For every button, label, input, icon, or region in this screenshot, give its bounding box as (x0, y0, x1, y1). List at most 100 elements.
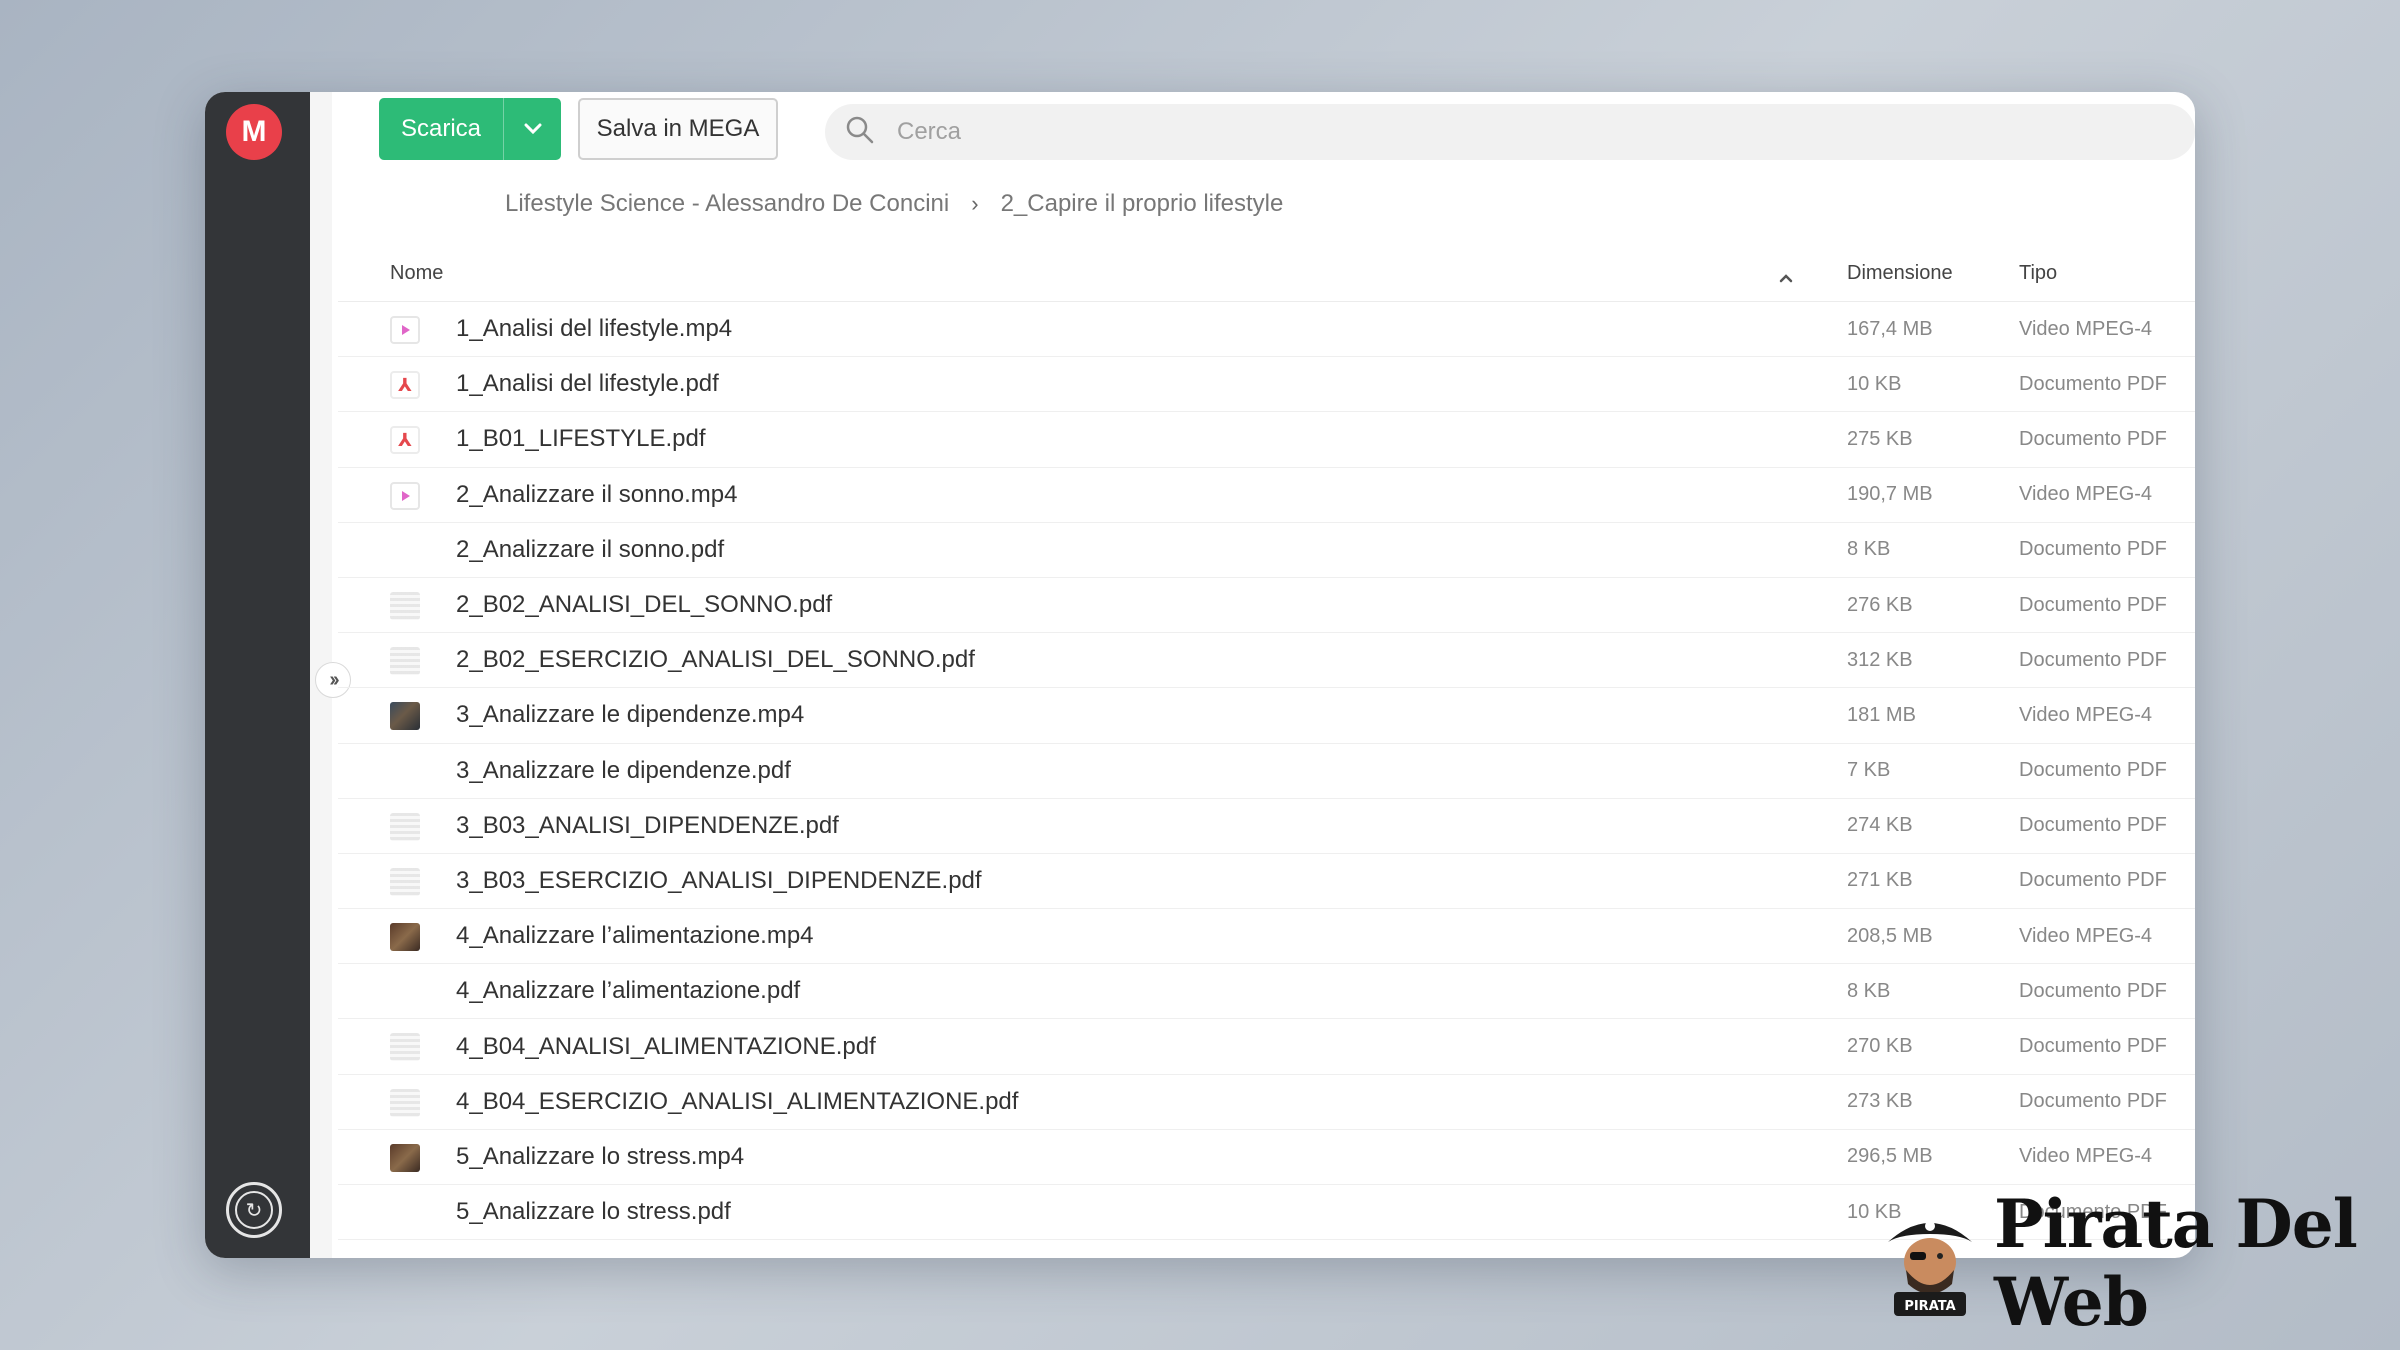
file-row[interactable]: 3_B03_ANALISI_DIPENDENZE.pdf 274 KB Docume… (338, 799, 2195, 854)
file-size: 7 KB (1847, 759, 1891, 782)
file-row[interactable]: 2_Analizzare il sonno.pdf 8 KB Documento P… (338, 523, 2195, 578)
file-type: Video MPEG-4 (2019, 317, 2153, 340)
document-thumbnail (390, 1033, 420, 1062)
file-size: 276 KB (1847, 593, 1913, 616)
file-row[interactable]: 2_B02_ANALISI_DEL_SONNO.pdf 276 KB Documen… (338, 578, 2195, 634)
pdf-file-icon: ⅄ (390, 426, 420, 455)
document-thumbnail (390, 647, 420, 676)
breadcrumb: Lifestyle Science - Alessandro De Concin… (505, 186, 1283, 222)
file-size: 296,5 MB (1847, 1145, 1933, 1168)
search-input[interactable] (897, 118, 2097, 146)
blank-thumbnail (390, 978, 420, 1006)
file-name: 4_B04_ESERCIZIO_ANALISI_ALIMENTAZIONE.pd… (456, 1087, 1019, 1115)
file-row[interactable]: 3_Analizzare le dipendenze.pdf 7 KB Docume… (338, 744, 2195, 799)
file-name: 2_B02_ANALISI_DEL_SONNO.pdf (456, 591, 833, 619)
file-type: Documento PDF (2019, 648, 2167, 671)
pirata-del-web-brand: Pirata Del Web (1994, 1185, 2358, 1341)
file-row[interactable]: 4_Analizzare l’alimentazione.mp4 208,5 MB… (338, 909, 2195, 965)
file-size: 208,5 MB (1847, 924, 1933, 947)
file-size: 312 KB (1847, 648, 1913, 671)
file-row[interactable]: 3_B03_ESERCIZIO_ANALISI_DIPENDENZE.pdf 27… (338, 854, 2195, 910)
file-list: Nome Dimensione Tipo 1_Analisi del lifes… (338, 246, 2195, 1241)
file-type: Video MPEG-4 (2019, 703, 2153, 726)
document-thumbnail (390, 1088, 420, 1117)
file-name: 2_Analizzare il sonno.pdf (456, 535, 725, 563)
file-name: 3_B03_ESERCIZIO_ANALISI_DIPENDENZE.pdf (456, 866, 982, 894)
file-name: 3_Analizzare le dipendenze.pdf (456, 756, 791, 784)
file-size: 181 MB (1847, 703, 1916, 726)
file-name: 3_B03_ANALISI_DIPENDENZE.pdf (456, 811, 839, 839)
file-type: Documento PDF (2019, 1035, 2167, 1058)
video-thumbnail (390, 702, 420, 731)
file-name: 1_Analisi del lifestyle.pdf (456, 370, 719, 398)
file-type: Video MPEG-4 (2019, 483, 2153, 506)
file-row[interactable]: 3_Analizzare le dipendenze.mp4 181 MB Vide… (338, 688, 2195, 744)
file-size: 274 KB (1847, 814, 1913, 837)
download-button-label: Scarica (400, 115, 482, 142)
file-row[interactable]: 4_Analizzare l’alimentazione.pdf 8 KB Docu… (338, 964, 2195, 1020)
sort-ascending-icon[interactable] (1779, 266, 1793, 289)
file-name: 4_Analizzare l’alimentazione.mp4 (456, 922, 814, 950)
search-bar[interactable] (825, 104, 2195, 160)
file-type: Documento PDF (2019, 979, 2167, 1002)
column-header-name[interactable]: Nome (390, 262, 443, 285)
blank-thumbnail (390, 1199, 420, 1227)
video-thumbnail-2 (390, 923, 420, 952)
file-name: 1_Analisi del lifestyle.mp4 (456, 315, 733, 343)
file-size: 8 KB (1847, 979, 1891, 1002)
file-row[interactable]: 2_Analizzare il sonno.mp4 190,7 MB Video M… (338, 468, 2195, 523)
file-type: Documento PDF (2019, 814, 2167, 837)
file-size: 275 KB (1847, 427, 1913, 450)
file-name: 3_Analizzare le dipendenze.mp4 (456, 701, 805, 729)
breadcrumb-item-current[interactable]: 2_Capire il proprio lifestyle (1001, 190, 1284, 218)
file-name: 4_B04_ANALISI_ALIMENTAZIONE.pdf (456, 1032, 876, 1060)
file-row[interactable]: 5_Analizzare lo stress.mp4 296,5 MB Video … (338, 1130, 2195, 1185)
file-type: Documento PDF (2019, 593, 2167, 616)
file-rows: 1_Analisi del lifestyle.mp4 167,4 MB Video… (338, 302, 2195, 1241)
chevron-right-icon: › (971, 191, 979, 216)
file-size: 8 KB (1847, 538, 1891, 561)
file-type: Documento PDF (2019, 427, 2167, 450)
pdf-file-icon: ⅄ (390, 371, 420, 400)
column-header-type[interactable]: Tipo (2019, 262, 2057, 285)
column-header-size[interactable]: Dimensione (1847, 262, 1953, 285)
file-row[interactable]: 2_B02_ESERCIZIO_ANALISI_DEL_SONNO.pdf 312… (338, 633, 2195, 689)
save-to-mega-button[interactable]: Salva in MEGA (578, 98, 778, 160)
video-file-icon (390, 481, 420, 510)
file-type: Video MPEG-4 (2019, 1145, 2153, 1168)
pirata-del-web-watermark: PIRATA Pirata Del Web (1880, 1185, 2400, 1341)
file-name: 4_Analizzare l’alimentazione.pdf (456, 977, 801, 1005)
file-type: Documento PDF (2019, 372, 2167, 395)
chevron-down-icon[interactable] (503, 98, 561, 160)
pirate-badge-text: PIRATA (1904, 1299, 1955, 1314)
file-type: Documento PDF (2019, 1090, 2167, 1113)
file-row[interactable]: 1_Analisi del lifestyle.mp4 167,4 MB Video… (338, 302, 2195, 358)
file-size: 271 KB (1847, 869, 1913, 892)
file-name: 2_B02_ESERCIZIO_ANALISI_DEL_SONNO.pdf (456, 646, 975, 674)
document-thumbnail (390, 591, 420, 620)
file-row[interactable]: ⅄ 1_Analisi del lifestyle.pdf 10 KB Documen… (338, 357, 2195, 413)
video-file-icon (390, 316, 420, 344)
file-type: Documento PDF (2019, 538, 2167, 561)
video-thumbnail-2 (390, 1143, 420, 1172)
file-size: 273 KB (1847, 1090, 1913, 1113)
document-thumbnail (390, 812, 420, 841)
download-button[interactable]: Scarica (379, 98, 561, 160)
breadcrumb-item-root[interactable]: Lifestyle Science - Alessandro De Concin… (505, 190, 949, 218)
file-row[interactable]: ⅄ 1_B01_LIFESTYLE.pdf 275 KB Documento PDF (338, 412, 2195, 468)
file-type: Video MPEG-4 (2019, 924, 2153, 947)
sidebar: M ↻ (205, 92, 310, 1258)
pirate-mascot-icon: PIRATA (1880, 1204, 1980, 1322)
blank-thumbnail (390, 758, 420, 786)
file-row[interactable]: 4_B04_ANALISI_ALIMENTAZIONE.pdf 270 KB Doc… (338, 1019, 2195, 1075)
document-thumbnail (390, 867, 420, 896)
mega-logo[interactable]: M (226, 104, 282, 160)
search-icon (845, 115, 875, 150)
file-name: 1_B01_LIFESTYLE.pdf (456, 425, 706, 453)
mega-file-browser-window: M ↻ ›› Scarica Salva in MEGA Lifestyle S… (205, 92, 2195, 1258)
file-size: 270 KB (1847, 1035, 1913, 1058)
file-type: Documento PDF (2019, 759, 2167, 782)
file-name: 5_Analizzare lo stress.mp4 (456, 1142, 745, 1170)
file-row[interactable]: 4_B04_ESERCIZIO_ANALISI_ALIMENTAZIONE.pd… (338, 1075, 2195, 1130)
transfer-manager-icon[interactable]: ↻ (226, 1182, 282, 1238)
